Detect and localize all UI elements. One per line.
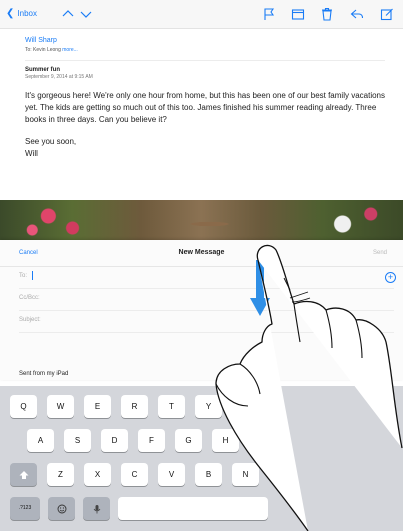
signoff-name: Will [25, 149, 38, 158]
key-d[interactable]: D [101, 429, 128, 452]
microphone-icon [93, 505, 100, 514]
trash-icon[interactable] [320, 7, 334, 21]
shift-icon [19, 471, 28, 479]
key-a[interactable]: A [27, 429, 54, 452]
key-q[interactable]: Q [10, 395, 37, 418]
compose-signature[interactable]: Sent from my iPad [19, 371, 68, 377]
key-v[interactable]: V [158, 463, 185, 486]
back-to-inbox-button[interactable]: ❮ Inbox [6, 7, 37, 19]
reply-icon[interactable] [350, 7, 364, 21]
message-view: Will Sharp To: Kevin Leong more... Summe… [25, 37, 395, 160]
key-z[interactable]: Z [47, 463, 74, 486]
message-body: It's gorgeous here! We're only one hour … [25, 91, 385, 124]
key-w[interactable]: W [47, 395, 74, 418]
text-cursor [32, 271, 33, 280]
message-signoff: See you soon, Will [25, 136, 395, 160]
folder-icon[interactable] [291, 7, 305, 21]
chevron-left-icon: ❮ [6, 7, 15, 19]
attached-photo[interactable] [0, 200, 403, 240]
key-c[interactable]: C [121, 463, 148, 486]
message-subject: Summer fun [25, 67, 61, 73]
subject-label: Subject: [19, 317, 41, 323]
emoji-key[interactable] [48, 497, 75, 520]
more-recipients-link[interactable]: more... [62, 47, 78, 53]
shift-key[interactable] [10, 463, 37, 486]
numbers-key[interactable]: .?123 [10, 497, 40, 520]
to-label: To: [19, 273, 28, 279]
dictation-key[interactable] [83, 497, 110, 520]
key-e[interactable]: E [84, 395, 111, 418]
header-divider [25, 60, 385, 61]
chevron-up-icon[interactable] [61, 7, 75, 21]
back-label: Inbox [17, 9, 37, 18]
key-f[interactable]: F [138, 429, 165, 452]
message-toolbar: ❮ Inbox [0, 0, 403, 29]
flag-icon[interactable] [262, 7, 276, 21]
sender-name[interactable]: Will Sharp [25, 37, 395, 44]
swipe-down-gesture-illustration [215, 244, 403, 531]
message-date: September 9, 2014 at 9:15 AM [25, 74, 93, 80]
recipients-line: To: Kevin Leong more... [25, 47, 395, 53]
cc-bcc-label: Cc/Bcc: [19, 295, 40, 301]
chevron-down-icon[interactable] [79, 7, 93, 21]
emoji-icon [57, 504, 66, 514]
key-s[interactable]: S [64, 429, 91, 452]
compose-icon[interactable] [380, 7, 394, 21]
hand-icon [215, 244, 403, 531]
recipient-text: To: Kevin Leong [25, 47, 61, 53]
key-t[interactable]: T [158, 395, 185, 418]
signoff-line: See you soon, [25, 137, 77, 146]
key-x[interactable]: X [84, 463, 111, 486]
key-r[interactable]: R [121, 395, 148, 418]
